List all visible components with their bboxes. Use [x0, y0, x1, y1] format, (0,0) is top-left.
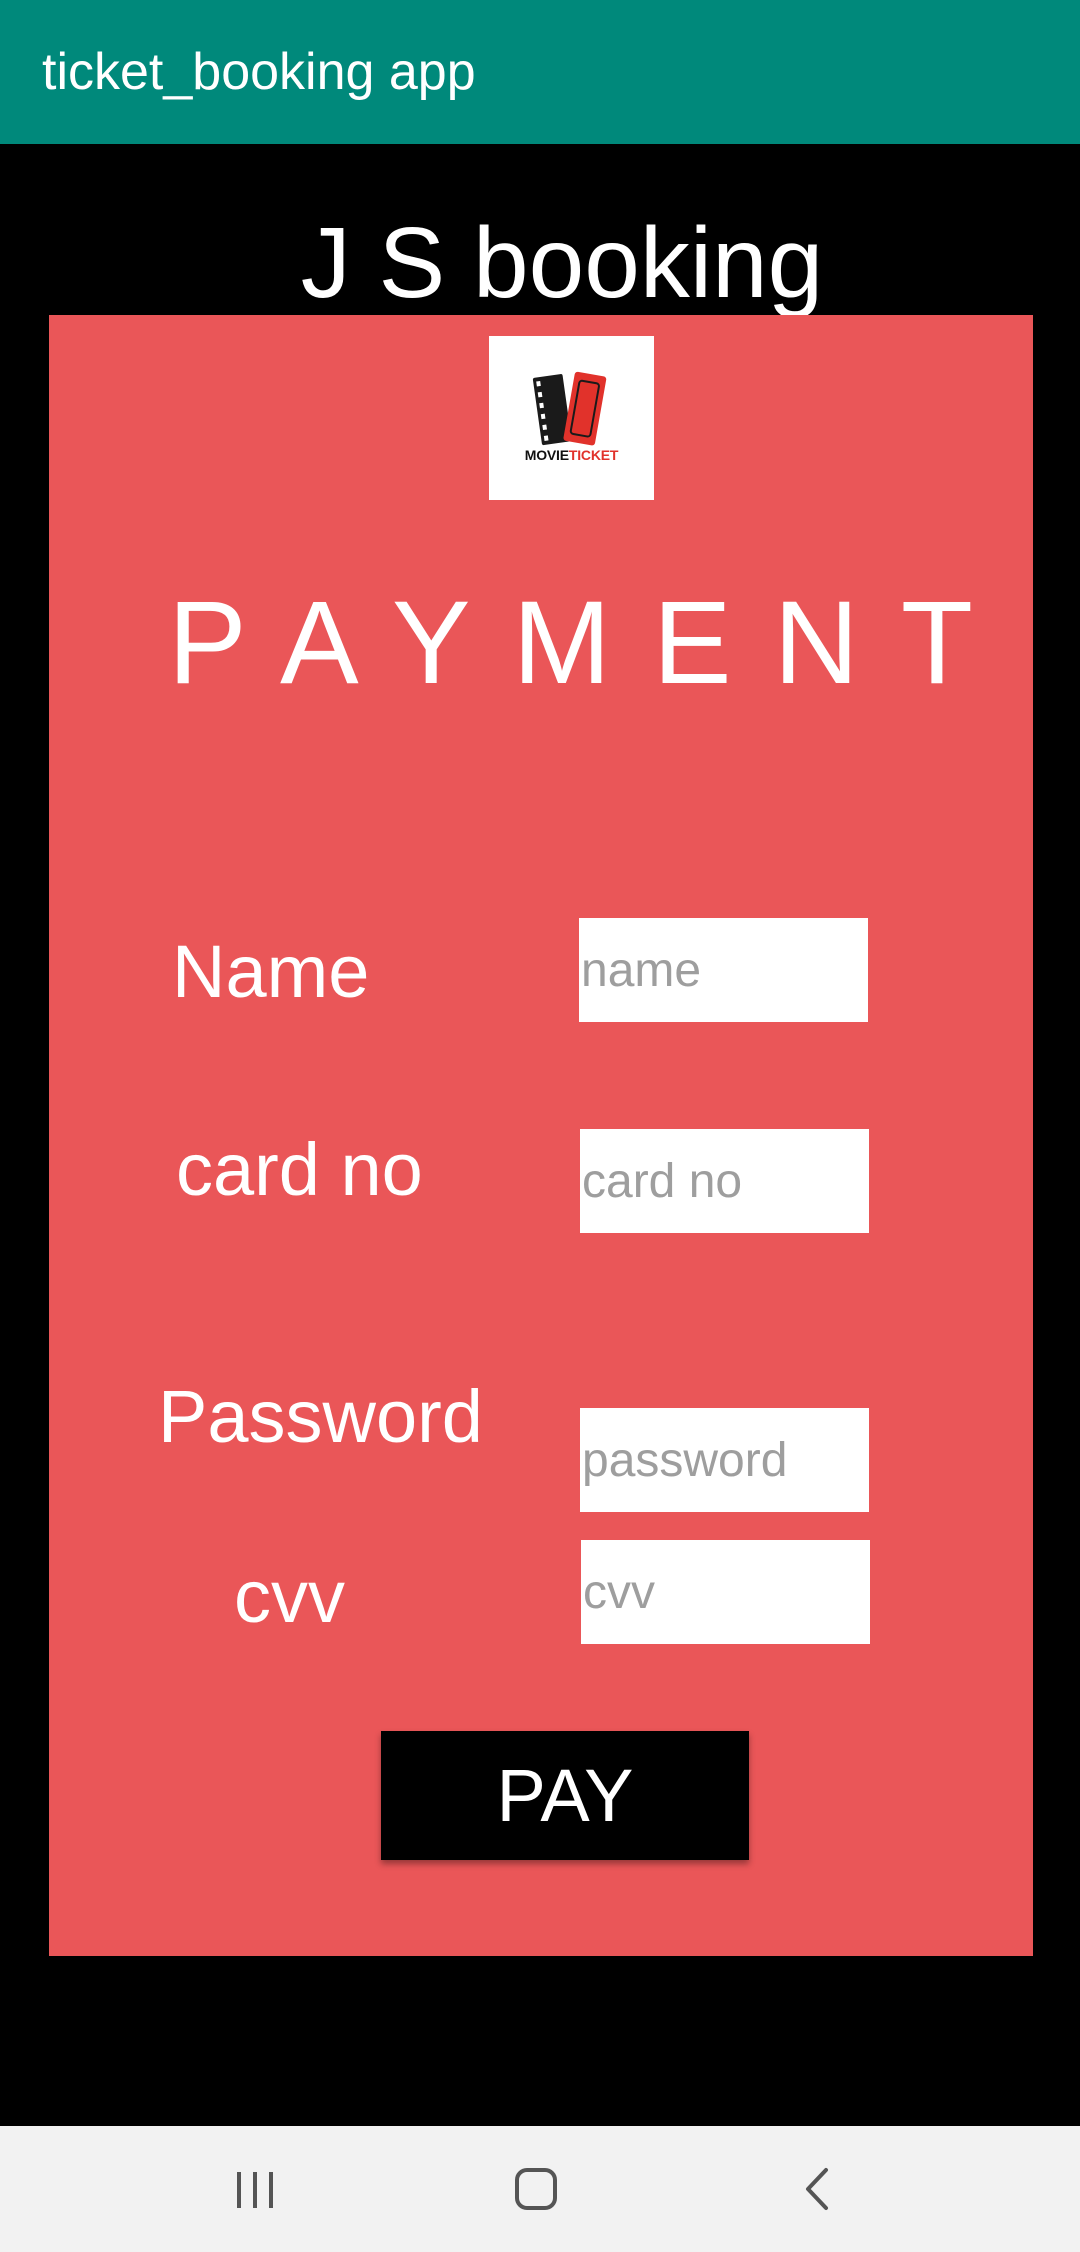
card-no-input[interactable] — [580, 1129, 869, 1233]
password-input[interactable] — [580, 1408, 869, 1512]
logo-word-ticket: TICKET — [568, 447, 619, 463]
password-label: Password — [158, 1375, 483, 1458]
name-label: Name — [172, 930, 370, 1013]
cvv-input[interactable] — [581, 1540, 870, 1644]
movie-ticket-logo: MOVIETICKET — [489, 336, 654, 500]
recents-icon — [237, 2172, 273, 2208]
logo-word-movie: MOVIE — [524, 447, 569, 463]
screen: ticket_booking app J S booking MOVIETICK… — [0, 0, 1080, 2252]
home-button[interactable] — [496, 2154, 576, 2224]
recents-button[interactable] — [215, 2154, 295, 2224]
name-input[interactable] — [579, 918, 868, 1022]
cvv-label: cvv — [234, 1555, 345, 1638]
pay-button[interactable]: PAY — [381, 1731, 749, 1860]
back-icon — [806, 2168, 828, 2210]
payment-title: PAYMENT — [168, 577, 1015, 709]
system-nav-bar — [0, 2126, 1080, 2252]
back-button[interactable] — [778, 2154, 858, 2224]
logo-text: MOVIETICKET — [489, 447, 654, 463]
card-no-label: card no — [176, 1128, 423, 1211]
page-heading: J S booking — [300, 207, 824, 319]
app-bar: ticket_booking app — [0, 0, 1080, 144]
app-title: ticket_booking app — [42, 43, 476, 101]
home-icon — [515, 2168, 557, 2210]
movie-ticket-icon — [532, 371, 607, 446]
